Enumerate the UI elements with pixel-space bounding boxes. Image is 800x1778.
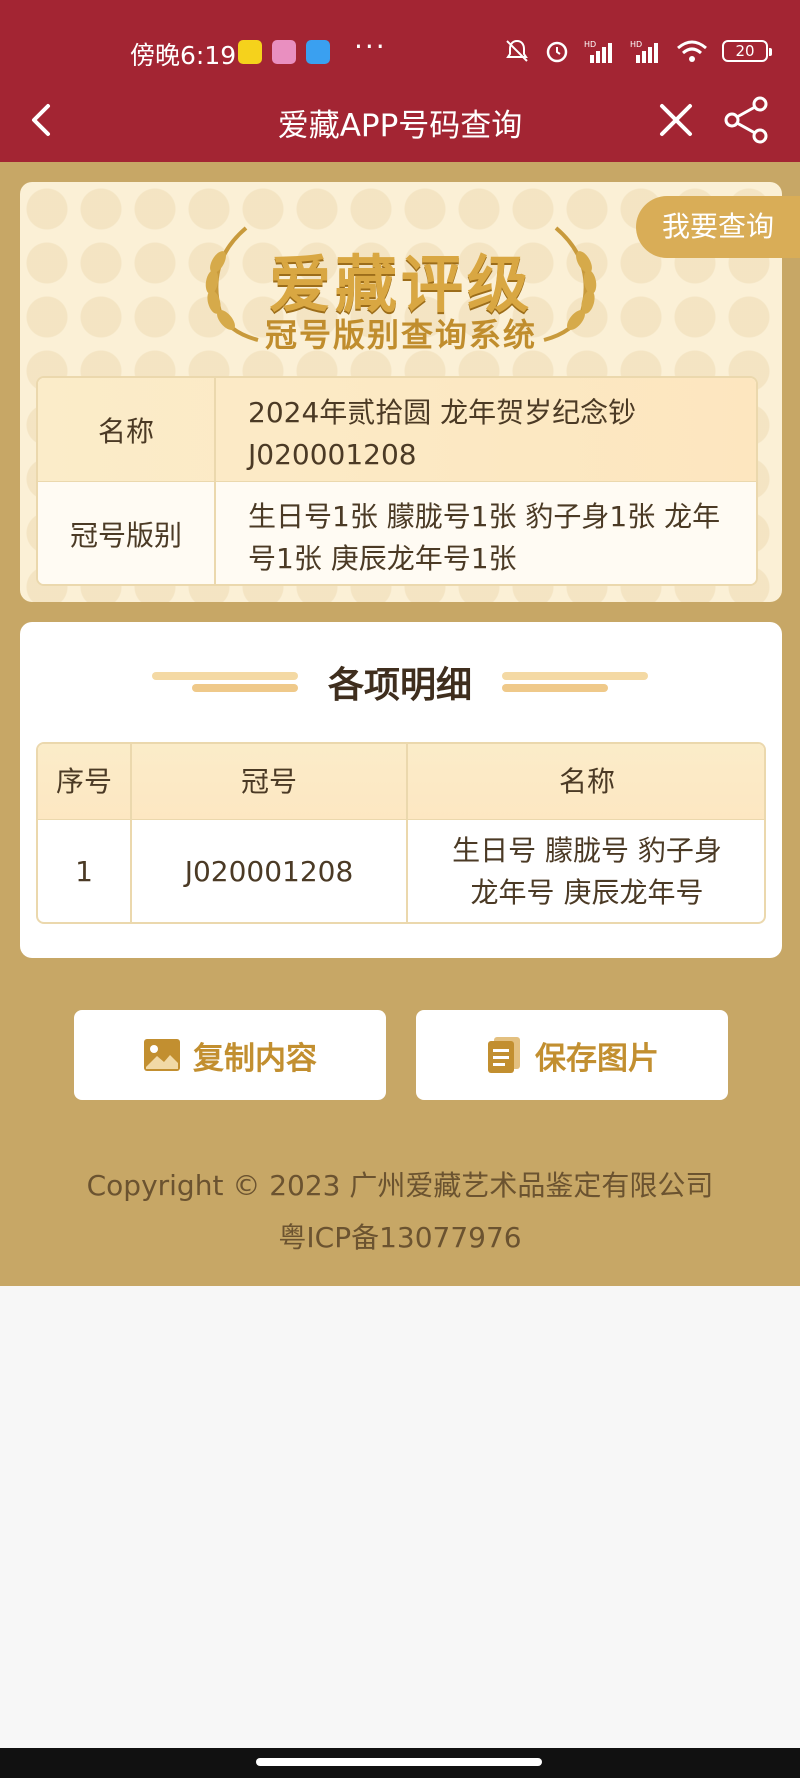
home-indicator[interactable]	[256, 1758, 542, 1766]
info-table: 名称 2024年贰拾圆 龙年贺岁纪念钞 J020001208 冠号版别 生日号1…	[36, 376, 758, 586]
brand-logo: 爱藏评级 冠号版别查询系统	[196, 222, 606, 354]
detail-table: 序号 冠号 名称 1 J020001208 生日号 朦胧号 豹子身 龙年号 庚辰…	[36, 742, 766, 924]
navigation-bar: 爱藏APP号码查询	[0, 96, 800, 162]
title-decoration-right	[502, 670, 648, 696]
section-title: 各项明细	[327, 665, 472, 706]
signal-1-icon: HD	[584, 40, 612, 63]
header-index: 序号	[55, 765, 112, 798]
svg-text:HD: HD	[584, 40, 596, 49]
gallery-notification-icon	[272, 40, 296, 64]
more-notifications: ···	[354, 30, 387, 63]
top-bar: 傍晚6:19 ··· HD HD 20 爱藏APP号码查询	[0, 0, 800, 162]
app-notification-icon	[238, 40, 262, 64]
share-icon[interactable]	[724, 96, 770, 146]
row-serial: J020001208	[184, 855, 354, 888]
message-notification-icon	[306, 40, 330, 64]
close-icon[interactable]	[656, 96, 696, 146]
save-button-label: 保存图片	[535, 1040, 659, 1077]
copy-button-label: 复制内容	[193, 1040, 317, 1077]
info-value: 2024年贰拾圆 龙年贺岁纪念钞 J020001208	[248, 396, 637, 471]
row-name: 生日号 朦胧号 豹子身 龙年号 庚辰龙年号	[452, 834, 722, 909]
battery-indicator: 20	[722, 40, 772, 62]
brand-subtitle: 冠号版别查询系统	[264, 316, 537, 354]
status-time: 傍晚6:19	[130, 41, 237, 70]
wifi-icon	[677, 40, 707, 62]
alarm-icon	[546, 41, 568, 63]
status-indicators: HD HD 20	[504, 38, 772, 64]
info-value: 生日号1张 朦胧号1张 豹子身1张 龙年号1张 庚辰龙年号1张	[248, 500, 721, 575]
signal-2-icon: HD	[630, 40, 658, 63]
info-row-name: 名称 2024年贰拾圆 龙年贺岁纪念钞 J020001208	[38, 378, 756, 482]
svg-text:HD: HD	[630, 40, 642, 49]
laurel-right-icon	[543, 226, 597, 342]
notification-icons	[238, 40, 330, 64]
icp-number: 粤ICP备13077976	[278, 1221, 522, 1254]
copyright-text: Copyright © 2023 广州爱藏艺术品鉴定有限公司	[86, 1169, 714, 1202]
mute-icon	[506, 39, 528, 62]
info-label: 名称	[38, 378, 216, 481]
info-label: 冠号版别	[38, 482, 216, 584]
gesture-bar	[0, 1748, 800, 1778]
header-name: 名称	[558, 765, 615, 798]
image-icon	[144, 1039, 180, 1071]
document-icon	[488, 1037, 520, 1073]
info-row-serial-type: 冠号版别 生日号1张 朦胧号1张 豹子身1张 龙年号1张 庚辰龙年号1张	[38, 482, 756, 584]
header-serial: 冠号	[240, 765, 297, 798]
copy-content-button[interactable]: 复制内容	[74, 1010, 386, 1100]
query-button[interactable]: 我要查询	[636, 196, 800, 258]
row-index: 1	[75, 855, 93, 888]
save-image-button[interactable]: 保存图片	[416, 1010, 728, 1100]
status-bar: 傍晚6:19 ··· HD HD 20	[0, 0, 800, 96]
